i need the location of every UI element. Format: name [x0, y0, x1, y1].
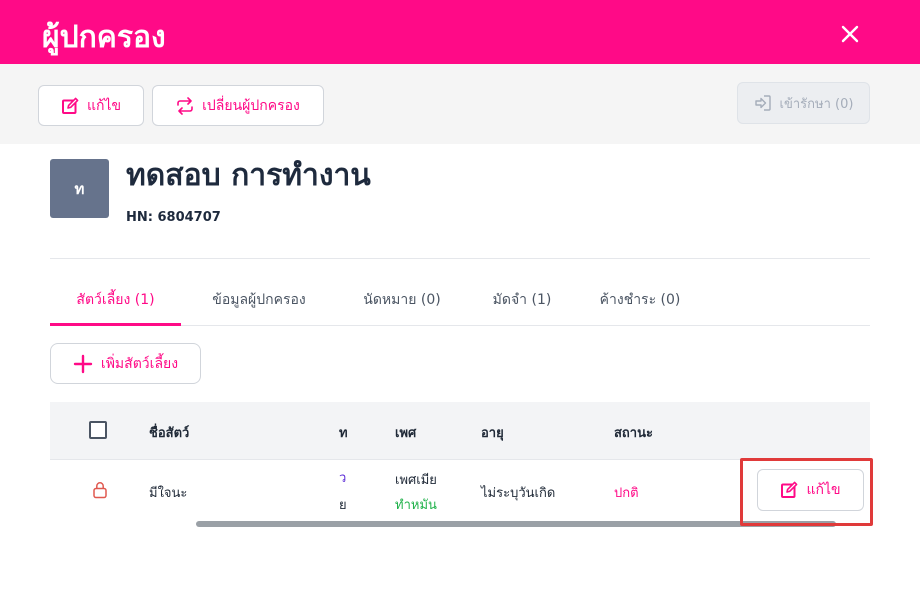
admit-label: เข้ารักษา (0) [779, 96, 854, 112]
add-pet-label: เพิ่มสัตว์เลี้ยง [100, 355, 179, 372]
plus-icon [73, 354, 93, 373]
change-owner-label: เปลี่ยนผู้ปกครอง [202, 97, 300, 114]
column-pet-name: ชื่อสัตว์ [149, 426, 190, 441]
pet-name: มีใจนะ [149, 486, 188, 501]
pet-sex: เพศเมีย [395, 473, 437, 488]
edit-owner-button[interactable]: แก้ไข [38, 85, 144, 126]
column-age: อายุ [481, 426, 504, 441]
edit-icon [781, 481, 798, 498]
pet-type-line1: ว [339, 471, 347, 486]
column-sex: เพศ [395, 426, 417, 441]
close-icon[interactable] [836, 20, 864, 48]
owner-hn: HN: 6804707 [126, 210, 221, 225]
edit-owner-label: แก้ไข [86, 97, 122, 114]
modal-title: ผู้ปกครอง [42, 20, 166, 55]
tab-appointments[interactable]: นัดหมาย (0) [338, 282, 466, 326]
column-type: ท [339, 426, 348, 441]
edit-pet-label: แก้ไข [806, 482, 841, 498]
lock-icon [93, 482, 107, 499]
admit-button[interactable]: เข้ารักษา (0) [737, 82, 870, 124]
tab-pets[interactable]: สัตว์เลี้ยง (1) [50, 282, 181, 326]
column-status: สถานะ [614, 426, 653, 441]
change-owner-button[interactable]: เปลี่ยนผู้ปกครอง [152, 85, 324, 126]
toolbar: แก้ไข เปลี่ยนผู้ปกครอง เข้ารักษา (0) [0, 64, 920, 144]
pet-sterile: ทำหมัน [395, 498, 437, 513]
divider [50, 258, 870, 259]
owner-name: ทดสอบ การทำงาน [126, 158, 371, 193]
tab-outstanding[interactable]: ค้างชำระ (0) [580, 282, 700, 326]
edit-pet-button[interactable]: แก้ไข [757, 469, 864, 511]
add-pet-button[interactable]: เพิ่มสัตว์เลี้ยง [50, 343, 201, 384]
select-all-checkbox[interactable] [89, 421, 107, 439]
pet-age: ไม่ระบุวันเกิด [481, 486, 556, 501]
tab-deposits[interactable]: มัดจำ (1) [478, 282, 566, 326]
pet-type-line2: ย [339, 498, 347, 513]
table-header: ชื่อสัตว์ ท เพศ อายุ สถานะ [50, 402, 870, 460]
login-icon [754, 95, 771, 111]
edit-icon [61, 97, 79, 114]
tab-bar: สัตว์เลี้ยง (1) ข้อมูลผู้ปกครอง นัดหมาย … [50, 282, 870, 326]
pet-status: ปกติ [614, 486, 639, 501]
tab-owner-info[interactable]: ข้อมูลผู้ปกครอง [190, 282, 328, 326]
avatar: ท [50, 159, 109, 218]
modal-header: ผู้ปกครอง [0, 0, 920, 64]
swap-icon [177, 96, 193, 115]
